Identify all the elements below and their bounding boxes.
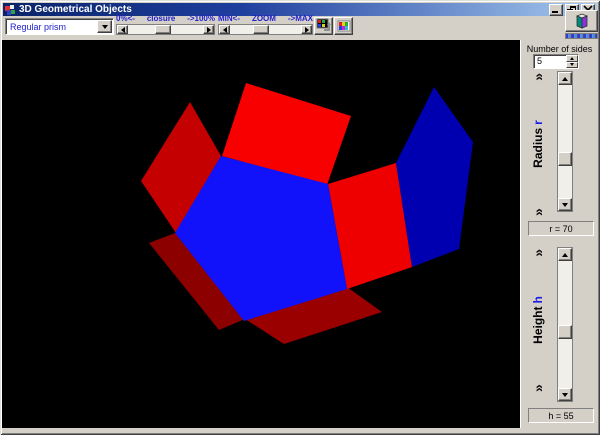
height-min-chevron-icon[interactable]: » [531,248,545,257]
toolbar: Regular prism 0%<- closure ->100% MIN<- … [3,16,597,40]
height-slider-track[interactable] [558,261,572,388]
closure-slider[interactable] [116,24,215,35]
height-slider[interactable] [557,247,573,402]
shape-select[interactable]: Regular prism [5,18,114,35]
closure-left-arrow[interactable] [117,25,128,34]
zoom-left-arrow[interactable] [219,25,230,34]
closure-max-label[interactable]: ->100% [187,14,215,23]
prism-view-button[interactable] [565,10,598,32]
height-slider-thumb[interactable] [558,325,572,339]
height-label: Heighth [531,296,545,344]
radius-label: Radiusr [531,120,545,168]
closure-min-label[interactable]: 0%<- [116,14,135,23]
zoom-slider[interactable] [218,24,313,35]
radius-value-box: r = 70 [528,221,594,236]
palette-icon [337,19,351,33]
zoom-slider-track[interactable] [230,25,301,34]
radius-slider-thumb[interactable] [558,152,572,166]
side-panel: Number of sides 5 » Radiusr » r = 70 [520,40,598,428]
arrow-right-icon [207,27,211,33]
arrow-down-icon [562,393,568,397]
shape-select-dropdown-button[interactable] [97,20,112,33]
height-symbol: h [531,296,545,303]
arrow-up-icon [562,253,568,257]
closure-slider-track[interactable] [128,25,203,34]
zoom-min-label[interactable]: MIN<- [218,14,240,23]
sides-input[interactable]: 5 [533,54,579,69]
zoom-slider-labels: MIN<- ZOOM ->MAX [218,14,313,23]
zoom-max-label[interactable]: ->MAX [288,14,313,23]
arrow-right-icon [305,27,309,33]
height-down-arrow[interactable] [558,388,572,401]
zoom-slider-thumb[interactable] [253,25,269,34]
sides-spinner [566,55,578,68]
radius-vertical-label: » Radiusr » [526,72,550,216]
app-window: 3D Geometrical Objects Regular prism 0%<… [0,0,600,435]
radius-down-arrow[interactable] [558,198,572,211]
radius-symbol: r [531,120,545,125]
height-up-arrow[interactable] [558,248,572,261]
number-of-sides-label: Number of sides [521,44,598,54]
palette-button[interactable] [334,17,353,35]
radius-slider[interactable] [557,71,573,212]
scene-svg [2,40,520,428]
chevron-down-icon [102,25,108,29]
display-colors-icon [316,18,332,34]
closure-slider-thumb[interactable] [155,25,171,34]
sides-decrement-button[interactable] [566,62,578,69]
height-vertical-label: » Heighth » [526,248,550,392]
texture-strip [565,33,598,39]
sides-value: 5 [534,55,566,68]
arrow-up-icon [562,77,568,81]
closure-slider-labels: 0%<- closure ->100% [116,14,215,23]
app-icon [5,5,16,16]
arrow-left-icon [121,27,125,33]
zoom-label: ZOOM [252,14,276,23]
radius-up-arrow[interactable] [558,72,572,85]
minimize-icon [552,11,558,13]
render-canvas[interactable] [2,40,520,428]
radius-slider-track[interactable] [558,85,572,198]
radius-min-chevron-icon[interactable]: » [531,72,545,81]
arrow-left-icon [223,27,227,33]
closure-right-arrow[interactable] [203,25,214,34]
height-max-chevron-icon[interactable]: » [531,383,545,392]
arrow-down-icon [570,63,574,66]
prism-icon [572,12,592,30]
radius-max-chevron-icon[interactable]: » [531,207,545,216]
minimize-button[interactable] [549,4,563,16]
zoom-right-arrow[interactable] [301,25,312,34]
display-colors-button[interactable] [314,17,333,35]
shape-select-value: Regular prism [6,22,96,32]
height-value-box: h = 55 [528,408,594,423]
arrow-up-icon [570,57,574,60]
arrow-down-icon [562,203,568,207]
closure-label: closure [147,14,175,23]
